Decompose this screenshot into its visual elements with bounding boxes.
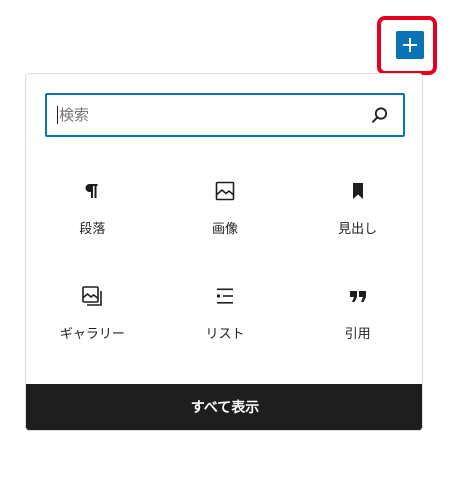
block-paragraph[interactable]: 段落	[26, 165, 159, 270]
block-image[interactable]: 画像	[159, 165, 292, 270]
search-icon	[372, 107, 388, 123]
show-all-button[interactable]: すべて表示	[26, 384, 422, 430]
block-gallery[interactable]: ギャラリー	[26, 270, 159, 375]
block-label: ギャラリー	[59, 327, 125, 342]
plus-icon	[403, 38, 417, 52]
block-quote[interactable]: 引用	[291, 270, 422, 375]
block-label: 段落	[79, 222, 106, 237]
block-label: 見出し	[338, 222, 378, 237]
block-label: 画像	[211, 222, 238, 237]
add-block-button[interactable]	[396, 31, 424, 59]
search-box[interactable]	[45, 93, 405, 137]
block-heading[interactable]: 見出し	[291, 165, 422, 270]
show-all-label: すべて表示	[190, 400, 260, 416]
block-label: 引用	[344, 327, 371, 342]
search-input[interactable]	[47, 95, 367, 135]
block-grid: 段落 画像 見出し ギャラリー リスト 引用	[26, 165, 422, 375]
block-inserter-panel: 段落 画像 見出し ギャラリー	[25, 73, 423, 431]
heading-bookmark-icon	[352, 183, 363, 199]
list-icon	[216, 288, 233, 304]
quote-icon	[349, 291, 366, 302]
gallery-icon	[82, 286, 103, 306]
image-icon	[215, 181, 235, 201]
block-list[interactable]: リスト	[159, 270, 292, 375]
paragraph-icon	[85, 184, 98, 198]
block-label: リスト	[205, 327, 245, 342]
